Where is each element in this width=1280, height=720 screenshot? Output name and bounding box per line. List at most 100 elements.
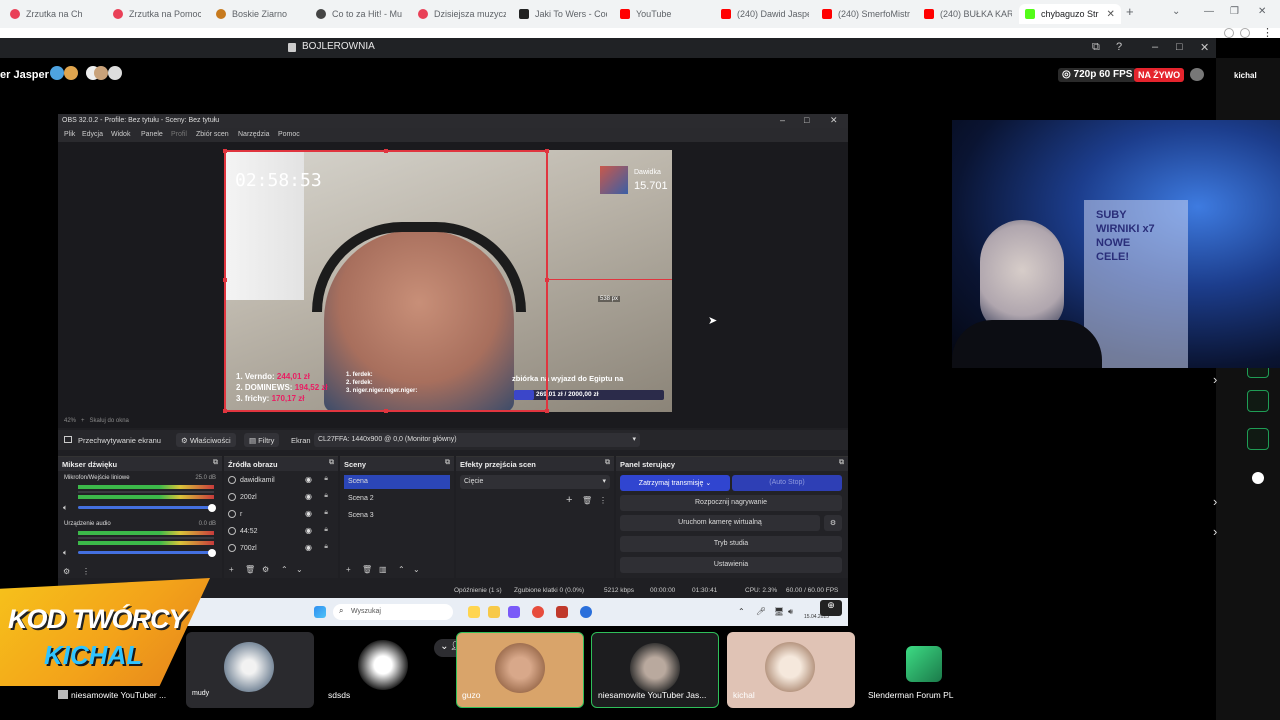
filters-button[interactable]: ▤ Filtry	[244, 433, 280, 447]
volume-slider-knob[interactable]	[208, 504, 216, 512]
browser-tab[interactable]: Zrzutka na Pomoc	[113, 4, 201, 24]
close-tab-icon[interactable]: ✕	[1107, 9, 1115, 20]
new-tab-button[interactable]: +	[1126, 4, 1134, 19]
menu-item-panele[interactable]: Panele	[141, 131, 163, 138]
volume-slider[interactable]	[78, 551, 214, 554]
source-item[interactable]: r ◉ 🔒︎	[224, 507, 338, 523]
chevron-right-icon[interactable]: ›	[1213, 524, 1217, 539]
folder-icon[interactable]	[488, 606, 500, 618]
trash-icon[interactable]: 🗑︎	[362, 565, 372, 574]
chevron-right-icon[interactable]: ›	[1213, 372, 1217, 387]
move-up-icon[interactable]: ⌃	[398, 565, 405, 574]
auto-stop-button[interactable]: (Auto Stop)	[732, 475, 842, 491]
filter-icon[interactable]: ▥	[379, 565, 387, 574]
menu-item-narzedzia[interactable]: Narzędzia	[238, 131, 270, 138]
monitor-select[interactable]: CL27FFA: 1440x900 @ 0,0 (Monitor główny)…	[314, 433, 640, 447]
browser-tab[interactable]: (240) BUŁKA KARU	[924, 4, 1012, 24]
chevron-right-icon[interactable]: ›	[1213, 494, 1217, 509]
dock-options-icon[interactable]: ⧉	[445, 459, 450, 467]
add-icon[interactable]: +	[566, 494, 572, 506]
chrome-icon[interactable]	[532, 606, 544, 618]
chevron-down-icon[interactable]: ⌄	[1172, 6, 1180, 17]
scene-item[interactable]: Scena 2	[344, 492, 450, 506]
quality-badge[interactable]: ◎ 720p 60 FPS	[1058, 68, 1137, 82]
shield-icon[interactable]	[1240, 28, 1250, 38]
menu-item-pomoc[interactable]: Pomoc	[278, 131, 300, 138]
site-info-icon[interactable]	[1224, 28, 1234, 38]
obs-preview[interactable]: 02:58:53 Dawidka 15.701 1. Verndo: 244,0…	[58, 142, 848, 416]
trash-icon[interactable]: 🗑︎	[245, 565, 255, 574]
picture-in-picture-icon[interactable]: ⧉	[1092, 41, 1100, 54]
virtual-camera-button[interactable]: Uruchom kamerę wirtualną	[620, 515, 820, 531]
speaker-icon[interactable]: 🔈︎	[63, 503, 68, 513]
trash-icon[interactable]: 🗑︎	[582, 496, 592, 505]
studio-mode-button[interactable]: Tryb studia	[620, 536, 842, 552]
gear-icon[interactable]: ⚙	[824, 515, 842, 531]
resize-handle[interactable]	[545, 278, 549, 282]
dock-options-icon[interactable]: ⧉	[329, 459, 334, 467]
browser-tab[interactable]: (240) Dawid Jasper	[721, 4, 809, 24]
eye-icon[interactable]: ◉	[305, 526, 312, 535]
people-icon[interactable]	[1252, 472, 1264, 484]
browser-tab[interactable]: Boskie Ziarno	[216, 4, 304, 24]
lock-icon[interactable]: 🔒︎	[324, 492, 328, 500]
chat-icon[interactable]	[1190, 68, 1204, 81]
menu-item-edycja[interactable]: Edycja	[82, 131, 103, 138]
menu-item-plik[interactable]: Plik	[64, 131, 75, 138]
browser-tab[interactable]: YouTube	[620, 4, 708, 24]
settings-button[interactable]: Ustawienia	[620, 557, 842, 573]
zoom-level[interactable]: 42%	[64, 418, 76, 424]
menu-item-zbior-scen[interactable]: Zbiór scen	[196, 131, 229, 138]
lock-icon[interactable]: 🔒︎	[324, 475, 328, 483]
maximize-icon[interactable]: □	[1176, 41, 1183, 53]
dock-options-icon[interactable]: ⧉	[605, 459, 610, 467]
browser-tab-active[interactable]: chybaguzo Str ✕	[1019, 4, 1121, 24]
properties-button[interactable]: ⚙ Właściwości	[176, 433, 236, 447]
taskbar-search[interactable]: ⌕ Wyszukaj	[333, 604, 453, 620]
microphone-icon[interactable]: 🎤︎	[756, 607, 766, 616]
wrench-icon[interactable]	[1247, 428, 1269, 450]
resize-handle[interactable]	[384, 409, 388, 413]
transition-select[interactable]: Cięcie ▾	[460, 475, 610, 489]
lock-icon[interactable]: 🔒︎	[324, 526, 328, 534]
minimize-icon[interactable]: –	[1152, 41, 1158, 53]
discord-icon[interactable]	[508, 606, 520, 618]
close-window-icon[interactable]: ✕	[1200, 41, 1209, 54]
move-up-icon[interactable]: ⌃	[281, 565, 288, 574]
resize-handle[interactable]	[223, 149, 227, 153]
dock-options-icon[interactable]: ⧉	[213, 459, 218, 467]
stop-stream-button[interactable]: Zatrzymaj transmisję ⌄	[620, 475, 730, 491]
source-item[interactable]: 700zl ◉ 🔒︎	[224, 541, 338, 557]
stream-canvas[interactable]: 02:58:53 Dawidka 15.701 1. Verndo: 244,0…	[224, 150, 672, 412]
browser-tab[interactable]: Dzisiejsza muzyczn	[418, 4, 506, 24]
volume-icon[interactable]: 🔊︎	[788, 607, 793, 617]
eye-icon[interactable]: ◉	[305, 543, 312, 552]
file-explorer-icon[interactable]	[468, 606, 480, 618]
resize-handle[interactable]	[545, 149, 549, 153]
eye-icon[interactable]: ◉	[305, 509, 312, 518]
eye-icon[interactable]: ◉	[305, 475, 312, 484]
close-window-icon[interactable]: ✕	[1258, 6, 1266, 17]
scene-item[interactable]: Scena 3	[344, 509, 450, 523]
zoom-icon[interactable]: ⊕	[820, 600, 842, 616]
scene-item-active[interactable]: Scena	[344, 475, 450, 489]
menu-icon[interactable]: ⋮	[1262, 26, 1273, 39]
print-icon[interactable]	[1247, 390, 1269, 412]
volume-slider-knob[interactable]	[208, 549, 216, 557]
browser-tab[interactable]: Co to za Hit! - Mu	[316, 4, 404, 24]
windows-start-icon[interactable]	[314, 606, 326, 618]
resize-handle[interactable]	[223, 409, 227, 413]
move-down-icon[interactable]: ⌄	[413, 565, 420, 574]
source-item[interactable]: 200zl ◉ 🔒︎	[224, 490, 338, 506]
more-options-icon[interactable]: ⋮	[82, 567, 90, 576]
network-icon[interactable]: 🖥︎	[774, 607, 784, 616]
menu-item-widok[interactable]: Widok	[111, 131, 130, 138]
help-icon[interactable]: ?	[1116, 41, 1122, 53]
source-item[interactable]: dawidkamil ◉ 🔒︎	[224, 473, 338, 489]
add-icon[interactable]: +	[346, 565, 351, 574]
start-recording-button[interactable]: Rozpocznij nagrywanie	[620, 495, 842, 511]
eye-icon[interactable]: ◉	[305, 492, 312, 501]
minimize-icon[interactable]: —	[1204, 6, 1214, 17]
lock-icon[interactable]: 🔒︎	[324, 543, 328, 551]
close-window-icon[interactable]: ✕	[830, 115, 838, 126]
